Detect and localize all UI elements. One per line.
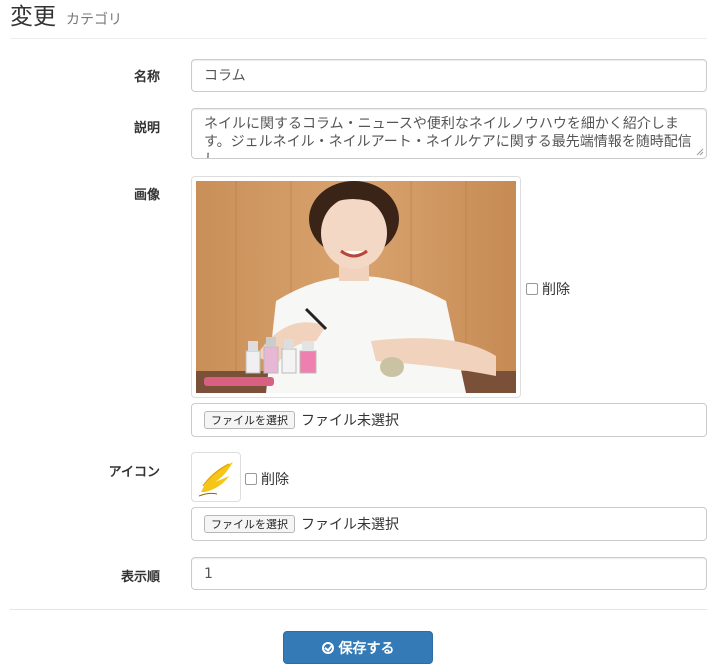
image-delete-label: 削除 [542,282,570,298]
order-label: 表示順 [120,570,160,585]
image-delete-option[interactable]: 削除 [526,279,570,299]
resize-grip-icon[interactable] [696,148,704,156]
image-delete-checkbox[interactable] [526,283,538,295]
icon-delete-option[interactable]: 削除 [245,469,289,489]
icon-preview [191,452,241,502]
order-input[interactable]: 1 [191,557,707,590]
page-title: 変更 [10,4,56,30]
page-subtitle: カテゴリ [66,12,122,28]
image-file-button[interactable]: ファイルを選択 [204,411,295,429]
icon-label: アイコン [108,465,160,480]
form-divider [10,609,707,610]
save-button[interactable]: 保存する [283,631,433,664]
feather-icon [198,462,233,497]
description-textarea[interactable]: ネイルに関するコラム・ニュースや便利なネイルノウハウを細かく紹介します。ジェルネ… [191,108,707,159]
description-text: ネイルに関するコラム・ニュースや便利なネイルノウハウを細かく紹介します。ジェルネ… [204,116,692,158]
image-file-input[interactable]: ファイルを選択 ファイル未選択 [191,403,707,437]
icon-file-status: ファイル未選択 [301,517,399,533]
image-preview [191,176,521,398]
description-label: 説明 [133,121,160,136]
image-label: 画像 [133,188,160,203]
icon-delete-label: 削除 [261,472,289,488]
check-circle-icon [321,641,334,654]
name-label: 名称 [133,70,160,85]
name-input[interactable]: コラム [191,59,707,92]
icon-delete-checkbox[interactable] [245,473,257,485]
icon-file-input[interactable]: ファイルを選択 ファイル未選択 [191,507,707,541]
icon-file-button[interactable]: ファイルを選択 [204,515,295,533]
manicure-photo [196,181,516,393]
page-header: 変更 カテゴリ [10,0,707,39]
save-button-label: 保存する [338,640,395,657]
image-file-status: ファイル未選択 [301,413,399,429]
